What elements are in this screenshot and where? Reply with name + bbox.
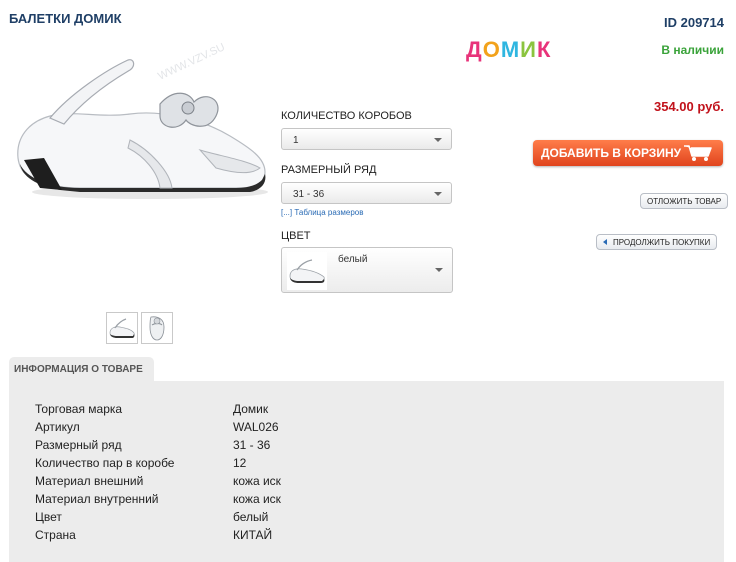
info-key: Материал внутренний <box>35 492 159 506</box>
chevron-down-icon <box>435 268 443 272</box>
size-value: 31 - 36 <box>293 189 325 200</box>
color-swatch-image <box>287 252 327 290</box>
quantity-label: КОЛИЧЕСТВО КОРОБОВ <box>281 110 412 122</box>
price: 354.00 руб. <box>653 99 724 114</box>
info-key: Материал внешний <box>35 474 144 488</box>
brand-logo: ДОМИК <box>466 37 551 63</box>
quantity-select[interactable]: 1 <box>281 128 452 150</box>
stock-status: В наличии <box>661 43 724 57</box>
continue-shopping-label: ПРОДОЛЖИТЬ ПОКУПКИ <box>613 238 711 247</box>
product-title: БАЛЕТКИ ДОМИК <box>9 11 122 26</box>
info-key: Артикул <box>35 420 80 434</box>
info-key: Размерный ряд <box>35 438 122 452</box>
info-value: кожа иск <box>233 474 281 488</box>
brand-logo-letter: О <box>482 37 501 62</box>
quantity-value: 1 <box>293 135 299 146</box>
brand-logo-letter: И <box>520 37 537 62</box>
info-value: 31 - 36 <box>233 438 271 452</box>
thumbnail-2[interactable] <box>141 312 173 344</box>
brand-logo-letter: К <box>536 37 552 62</box>
info-value: WAL026 <box>233 420 279 434</box>
info-key: Торговая марка <box>35 402 123 416</box>
size-select[interactable]: 31 - 36 <box>281 182 452 204</box>
product-info-panel: Торговая марка Домик Артикул WAL026 Размер… <box>9 381 724 562</box>
postpone-label: ОТЛОЖИТЬ ТОВАР <box>647 197 722 206</box>
add-to-cart-label: ДОБАВИТЬ В КОРЗИНУ <box>541 146 682 160</box>
arrow-left-icon <box>603 239 607 245</box>
postpone-button[interactable]: ОТЛОЖИТЬ ТОВАР <box>640 193 729 209</box>
size-label: РАЗМЕРНЫЙ РЯД <box>281 164 377 176</box>
info-key: Количество пар в коробе <box>35 456 175 470</box>
info-value: КИТАЙ <box>233 528 273 542</box>
info-value: белый <box>233 510 269 524</box>
svg-text:WWW.VZV.SU: WWW.VZV.SU <box>156 41 227 82</box>
tab-product-info[interactable]: ИНФОРМАЦИЯ О ТОВАРЕ <box>9 357 154 382</box>
info-value: Домик <box>233 402 269 416</box>
cart-icon <box>684 145 712 161</box>
brand-logo-letter: М <box>500 37 521 62</box>
brand-logo-letter: Д <box>466 37 483 62</box>
chevron-down-icon <box>434 192 442 196</box>
color-value: белый <box>338 254 368 265</box>
thumbnail-1[interactable] <box>106 312 138 344</box>
chevron-down-icon <box>434 138 442 142</box>
color-select[interactable]: белый <box>281 247 453 293</box>
color-label: ЦВЕТ <box>281 230 311 242</box>
info-value: кожа иск <box>233 492 281 506</box>
info-value: 12 <box>233 456 247 470</box>
continue-shopping-button[interactable]: ПРОДОЛЖИТЬ ПОКУПКИ <box>596 234 718 250</box>
info-key: Цвет <box>35 510 62 524</box>
product-id: ID 209714 <box>664 15 724 30</box>
product-main-image[interactable]: WWW.VZV.SU <box>10 40 272 205</box>
size-table-link[interactable]: [...] Таблица размеров <box>281 208 364 217</box>
info-key: Страна <box>35 528 76 542</box>
add-to-cart-button[interactable]: ДОБАВИТЬ В КОРЗИНУ <box>533 140 723 166</box>
